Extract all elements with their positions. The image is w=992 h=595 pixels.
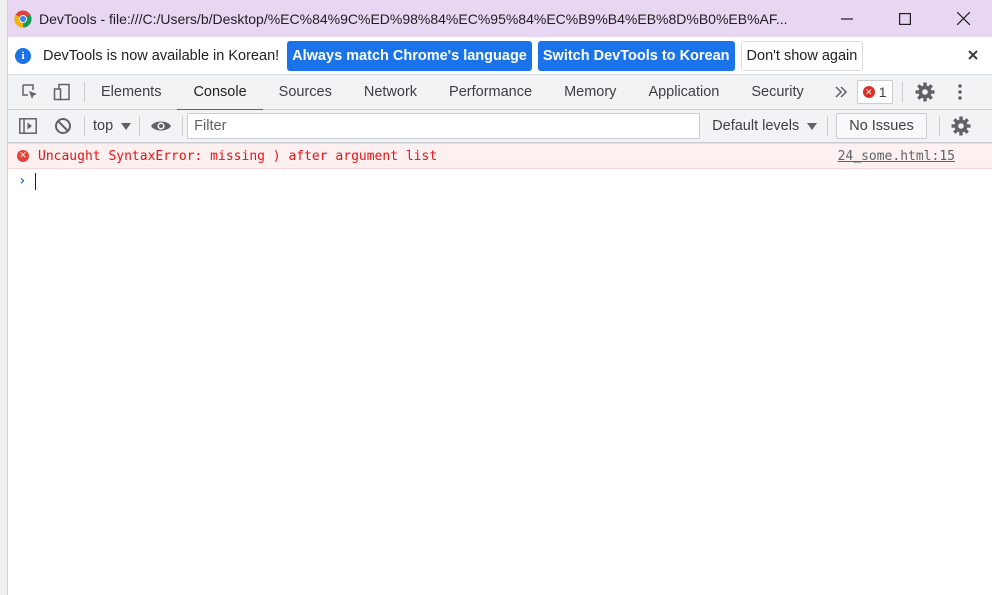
gear-icon	[951, 116, 971, 136]
text-cursor	[35, 172, 37, 190]
language-infobar: i DevTools is now available in Korean! A…	[8, 37, 992, 75]
context-label: top	[93, 118, 114, 134]
tab-memory[interactable]: Memory	[548, 75, 632, 110]
chevron-double-right-icon	[835, 86, 847, 98]
toolbar-separator	[182, 116, 184, 136]
toolbar-separator	[938, 116, 940, 136]
inspect-element-button[interactable]	[17, 79, 43, 105]
maximize-icon	[899, 12, 911, 25]
issues-button[interactable]: No Issues	[836, 113, 927, 139]
tab-performance[interactable]: Performance	[433, 75, 548, 110]
minimize-button[interactable]	[818, 0, 876, 37]
title-bar: DevTools - file:///C:/Users/b/Desktop/%E…	[8, 0, 992, 37]
log-levels-dropdown[interactable]: Default levels	[712, 113, 818, 139]
toggle-sidebar-button[interactable]	[15, 113, 41, 139]
error-count-badge[interactable]: ✕ 1	[856, 80, 893, 104]
kebab-menu-icon	[957, 84, 962, 100]
minimize-icon	[841, 17, 853, 20]
tab-security[interactable]: Security	[735, 75, 819, 110]
error-circle-icon: ✕	[862, 86, 875, 98]
toolbar-separator	[901, 82, 903, 102]
devtools-window: DevTools - file:///C:/Users/b/Desktop/%E…	[0, 0, 992, 595]
console-message-error: ✕ Uncaught SyntaxError: missing ) after …	[8, 143, 992, 169]
sidebar-toggle-icon	[19, 118, 37, 134]
console-prompt[interactable]: ›	[8, 169, 992, 193]
window-left-edge	[0, 0, 8, 595]
device-icon	[53, 83, 70, 101]
console-toolbar: top Default levels No Issues	[8, 110, 992, 143]
tab-console[interactable]: Console	[177, 75, 263, 111]
dont-show-again-button[interactable]: Don't show again	[740, 40, 864, 71]
log-levels-label: Default levels	[712, 118, 800, 134]
error-message-text: Uncaught SyntaxError: missing ) after ar…	[38, 148, 438, 164]
message-source-link[interactable]: 24_some.html:15	[838, 149, 955, 164]
settings-button[interactable]	[912, 79, 938, 105]
device-toolbar-button[interactable]	[49, 79, 75, 105]
console-settings-button[interactable]	[948, 113, 974, 139]
chrome-logo-icon	[14, 10, 32, 27]
close-window-button[interactable]	[934, 0, 992, 37]
customize-menu-button[interactable]	[947, 79, 973, 105]
gear-icon	[915, 82, 935, 102]
dropdown-caret-icon	[121, 122, 132, 130]
clear-console-button[interactable]	[50, 113, 76, 139]
info-icon: i	[15, 47, 31, 64]
tab-elements[interactable]: Elements	[85, 75, 177, 110]
filter-input[interactable]	[187, 113, 701, 139]
panel-tab-bar: Elements Console Sources Network Perform…	[8, 75, 992, 111]
infobar-close-icon[interactable]	[964, 46, 982, 64]
always-match-language-button[interactable]: Always match Chrome's language	[287, 40, 532, 71]
close-icon	[956, 12, 970, 25]
inspect-icon	[22, 84, 37, 99]
more-tabs-button[interactable]	[828, 79, 854, 105]
tab-application[interactable]: Application	[632, 75, 735, 110]
window-title: DevTools - file:///C:/Users/b/Desktop/%E…	[39, 10, 788, 27]
infobar-message: DevTools is now available in Korean!	[43, 47, 280, 64]
toolbar-separator	[827, 116, 829, 136]
clear-block-icon	[55, 118, 71, 134]
dropdown-caret-icon	[807, 122, 818, 130]
toolbar-separator	[139, 116, 141, 136]
error-count: 1	[878, 84, 887, 100]
console-output[interactable]: ✕ Uncaught SyntaxError: missing ) after …	[8, 143, 992, 595]
live-expression-button[interactable]	[148, 113, 174, 139]
switch-to-korean-button[interactable]: Switch DevTools to Korean	[537, 40, 735, 71]
error-circle-icon: ✕	[17, 150, 29, 162]
maximize-button[interactable]	[876, 0, 934, 37]
tab-sources[interactable]: Sources	[263, 75, 348, 110]
prompt-chevron-icon: ›	[18, 173, 27, 189]
tab-network[interactable]: Network	[348, 75, 433, 110]
context-selector[interactable]: top	[85, 113, 139, 139]
eye-icon	[151, 121, 172, 131]
